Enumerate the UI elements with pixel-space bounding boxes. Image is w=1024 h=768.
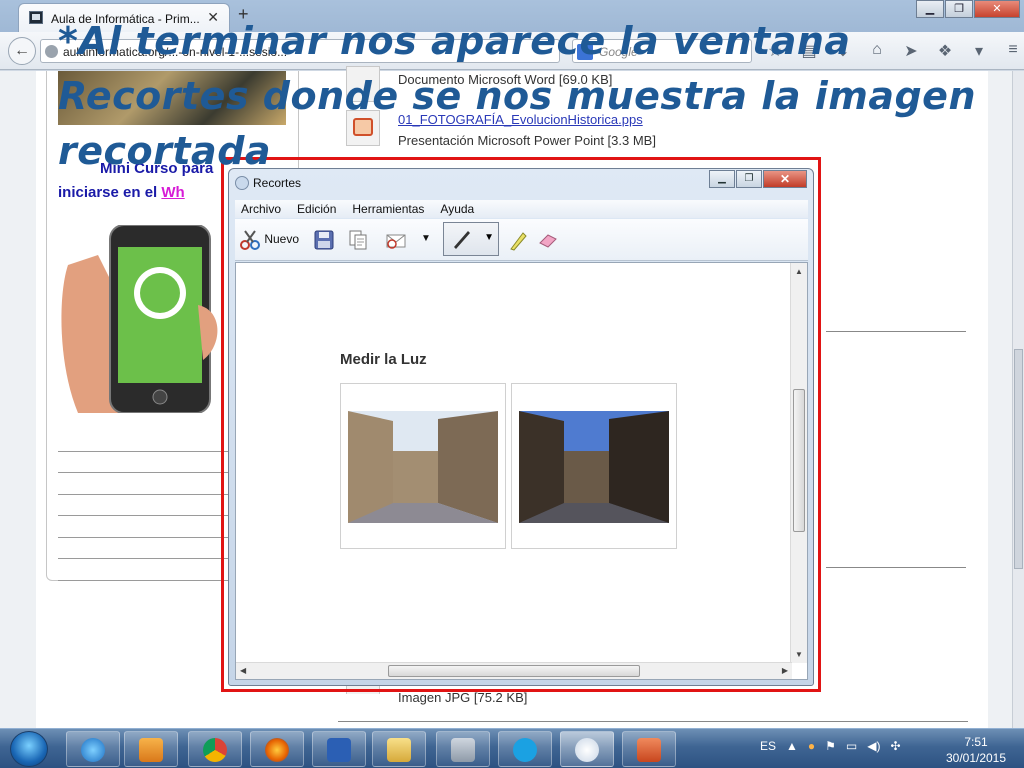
snip-toolbar: Nuevo ▼ ▼ — [235, 219, 808, 261]
snip-horizontal-scroll-thumb[interactable] — [388, 665, 640, 677]
clock-time: 7:51 — [964, 735, 988, 749]
slide-caption: *Al terminar nos aparece la ventana Reco… — [58, 19, 976, 173]
divider-line — [826, 567, 966, 568]
highlighter-button[interactable] — [507, 226, 529, 252]
photo-card-bright — [340, 383, 506, 549]
file-desc-3: Imagen JPG [75.2 KB] — [398, 690, 528, 705]
dropbox-icon[interactable]: ✣ — [891, 739, 901, 753]
chrome-icon — [203, 738, 227, 762]
presentation-icon — [637, 738, 661, 762]
taskbar-app-skype[interactable] — [498, 731, 552, 767]
volume-icon[interactable]: ◀) — [867, 739, 880, 753]
eraser-button[interactable] — [537, 226, 559, 252]
skype-icon — [513, 738, 537, 762]
snipping-tool-window: Recortes ▁ ❐ ✕ Archivo Edición Herramien… — [228, 168, 814, 686]
language-indicator[interactable]: ES — [760, 739, 776, 753]
divider-line — [338, 721, 968, 722]
highlighter-icon — [510, 232, 527, 251]
menu-archivo[interactable]: Archivo — [241, 200, 281, 218]
browser-scrollbar-thumb[interactable] — [1014, 349, 1023, 569]
antivirus-icon[interactable]: ● — [808, 739, 815, 753]
back-arrow-icon: ← — [14, 42, 30, 59]
taskbar-app-file-explorer[interactable] — [372, 731, 426, 767]
taskbar-app-media-player[interactable] — [124, 731, 178, 767]
copy-icon — [349, 230, 367, 250]
menu-herramientas[interactable]: Herramientas — [352, 200, 424, 218]
course-title-prefix: iniciarse en el — [58, 184, 162, 201]
network-icon[interactable]: ▭ — [846, 739, 857, 753]
snip-vertical-scrollbar[interactable]: ▲ ▼ — [790, 263, 807, 663]
start-button[interactable] — [10, 731, 48, 767]
windows-taskbar: ES ▲ ● ⚑ ▭ ◀) ✣ 7:51 30/01/2015 — [0, 728, 1024, 768]
whatsapp-phone-image — [61, 225, 218, 413]
snipping-tool-icon — [575, 738, 599, 762]
scroll-left-arrow-icon[interactable]: ◀ — [240, 666, 246, 675]
folder-icon — [387, 738, 411, 762]
action-center-flag-icon[interactable]: ⚑ — [825, 739, 836, 753]
copy-button[interactable] — [347, 226, 369, 252]
globe-icon — [45, 45, 58, 58]
course-title-link[interactable]: Wh — [161, 184, 184, 201]
pen-tool-button[interactable]: ▼ — [443, 222, 499, 256]
media-player-icon — [139, 738, 163, 762]
snip-heading: Medir la Luz — [340, 351, 427, 368]
taskbar-app-presentation[interactable] — [622, 731, 676, 767]
snip-vertical-scroll-thumb[interactable] — [793, 389, 805, 532]
pen-dropdown-arrow-icon[interactable]: ▼ — [484, 232, 494, 243]
scroll-right-arrow-icon[interactable]: ▶ — [782, 666, 788, 675]
back-button[interactable]: ← — [8, 37, 36, 65]
clock-date: 30/01/2015 — [945, 751, 1007, 765]
street-photo-dark — [519, 411, 669, 523]
menu-ayuda[interactable]: Ayuda — [440, 200, 474, 218]
word-icon — [327, 738, 351, 762]
scroll-up-arrow-icon[interactable]: ▲ — [795, 267, 803, 276]
send-dropdown-arrow[interactable]: ▼ — [421, 226, 431, 252]
send-snip-button[interactable] — [385, 226, 407, 252]
show-hidden-icons-icon[interactable]: ▲ — [786, 739, 798, 753]
taskbar-app-firefox[interactable] — [250, 731, 304, 767]
taskbar-app-internet-explorer[interactable] — [66, 731, 120, 767]
divider-line — [826, 331, 966, 332]
snip-menu-bar: Archivo Edición Herramientas Ayuda — [235, 200, 808, 218]
phone-home-button — [152, 389, 168, 405]
system-tray: ES ▲ ● ⚑ ▭ ◀) ✣ — [760, 739, 901, 753]
course-title-line2[interactable]: iniciarse en el Wh — [58, 184, 185, 201]
firefox-icon — [265, 738, 289, 762]
eraser-icon — [539, 234, 557, 248]
save-snip-button[interactable] — [313, 226, 335, 252]
calculator-icon — [451, 738, 475, 762]
snip-canvas[interactable]: Medir la Luz ▲ ▼ ◀ ▶ — [235, 262, 808, 680]
taskbar-app-word[interactable] — [312, 731, 366, 767]
menu-edicion[interactable]: Edición — [297, 200, 336, 218]
taskbar-app-snipping-tool[interactable] — [560, 731, 614, 767]
send-mail-icon — [386, 234, 406, 249]
street-photo-bright — [348, 411, 498, 523]
snip-horizontal-scrollbar[interactable]: ◀ ▶ — [236, 662, 792, 679]
scissors-icon — [240, 230, 260, 250]
photo-card-dark — [511, 383, 677, 549]
taskbar-app-calculator[interactable] — [436, 731, 490, 767]
page-favicon-icon — [29, 11, 43, 24]
pen-icon — [454, 231, 470, 249]
scroll-down-arrow-icon[interactable]: ▼ — [795, 650, 803, 659]
new-snip-button[interactable]: Nuevo — [239, 226, 299, 252]
save-icon — [314, 230, 334, 250]
internet-explorer-icon — [81, 738, 105, 762]
taskbar-app-chrome[interactable] — [188, 731, 242, 767]
system-clock[interactable]: 7:51 30/01/2015 — [940, 734, 1012, 766]
new-snip-label: Nuevo — [264, 232, 300, 246]
